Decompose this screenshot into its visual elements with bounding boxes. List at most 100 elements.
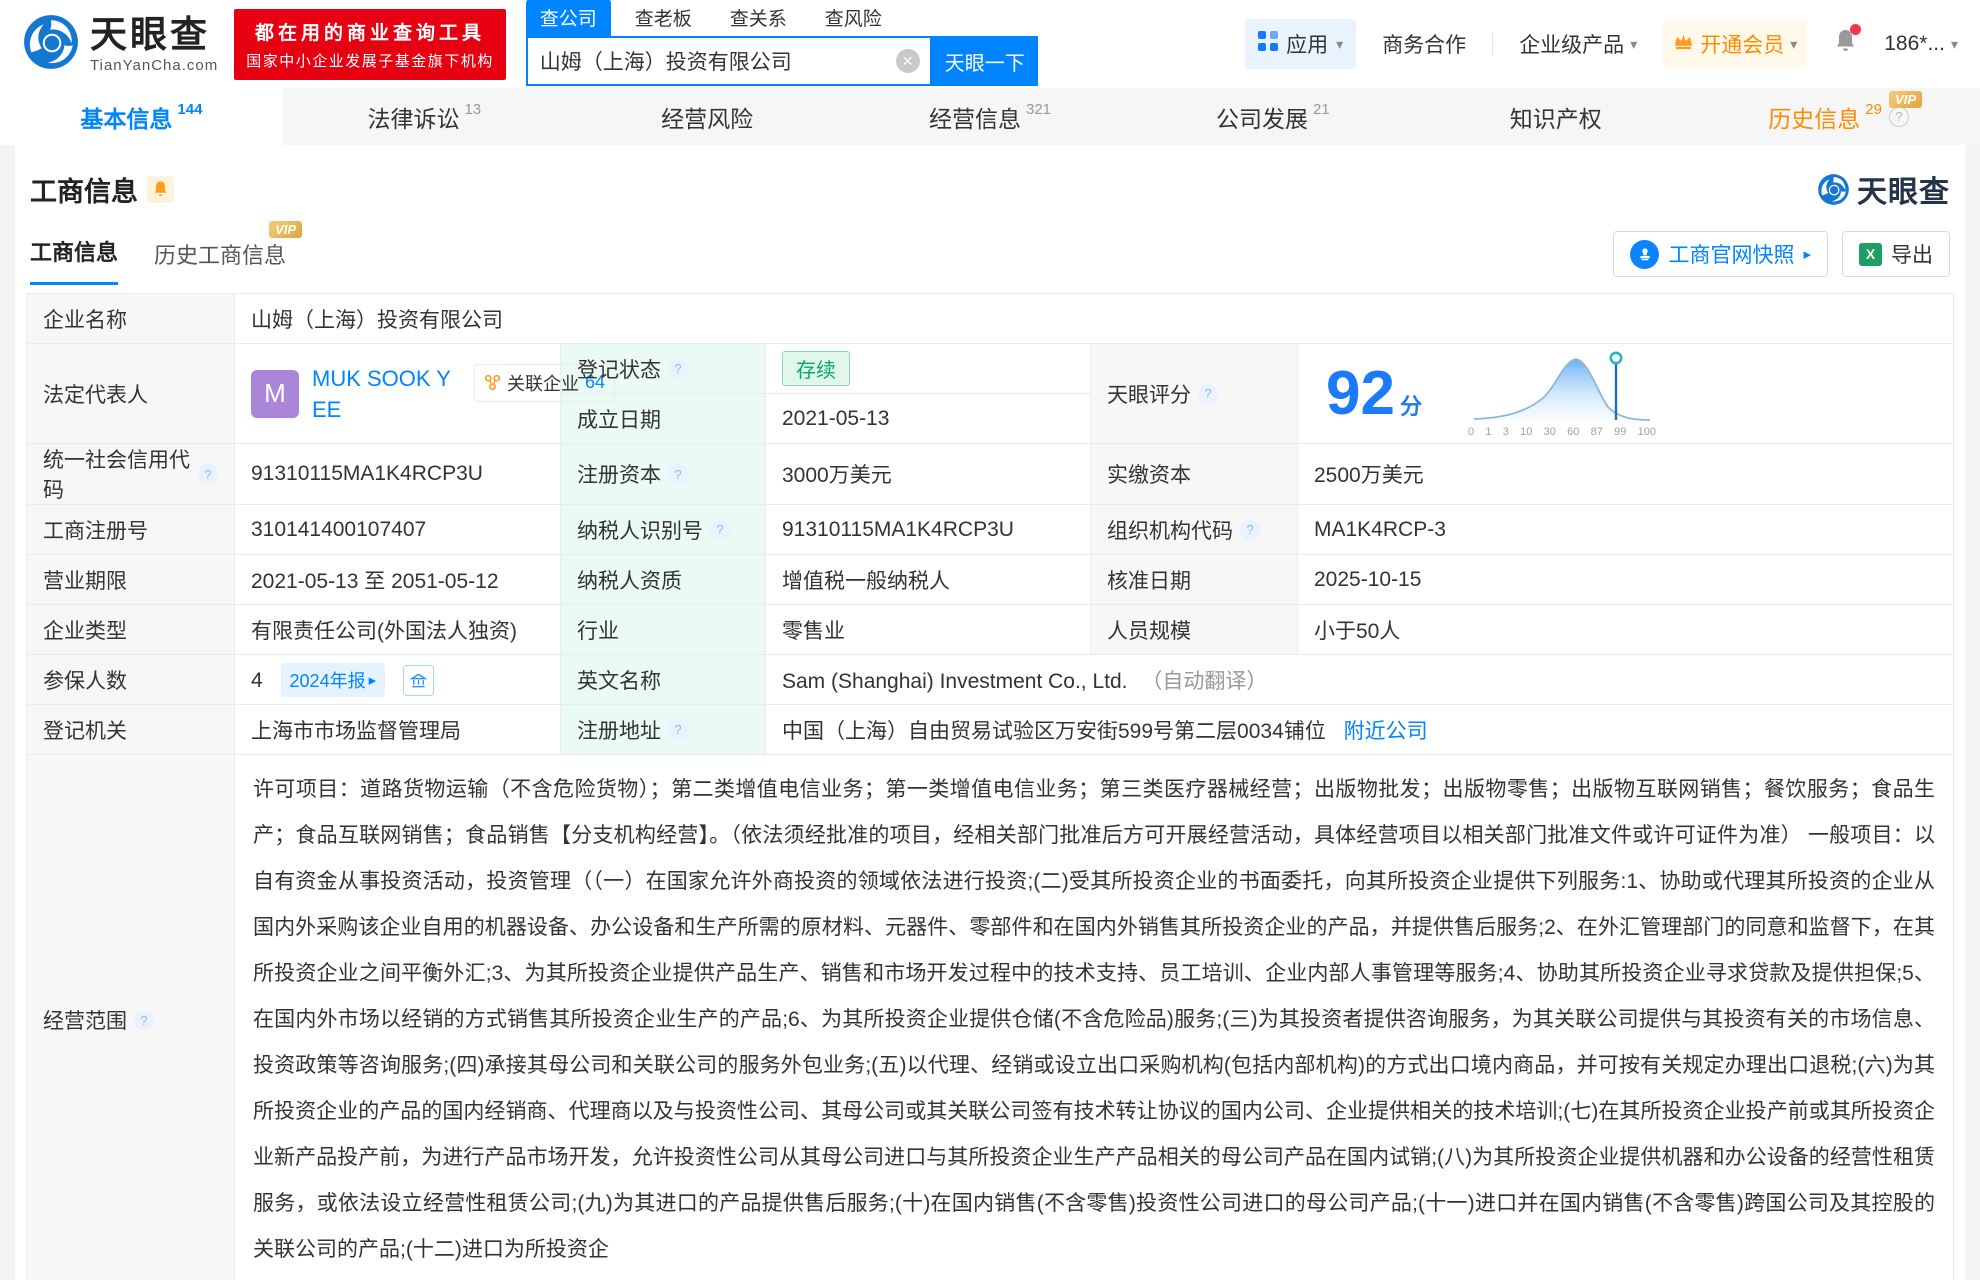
header-nav: 应用 ▾ 商务合作 企业级产品 ▾ 开通会员 ▾ — [1245, 19, 1958, 69]
chevron-down-icon: ▾ — [1790, 36, 1797, 53]
subtab-business-info[interactable]: 工商信息 — [30, 235, 118, 285]
table-row: 营业期限 2021-05-13 至 2051-05-12 纳税人资质 增值税一般… — [27, 555, 1954, 605]
apps-menu[interactable]: 应用 ▾ — [1245, 19, 1356, 69]
address-text: 中国（上海）自由贸易试验区万安街599号第二层0034铺位 — [782, 720, 1326, 743]
credit-code-value: 91310115MA1K4RCP3U — [235, 444, 561, 505]
search-tab-relation[interactable]: 查关系 — [716, 0, 801, 36]
business-scope-text: 许可项目：道路货物运输（不含危险货物）；第二类增值电信业务；第一类增值电信业务；… — [251, 755, 1937, 1280]
legal-rep-cell: M MUK SOOK YEE 关联企业 64 — [235, 344, 561, 444]
nearby-companies-link[interactable]: 附近公司 — [1344, 720, 1428, 743]
nav-enterprise[interactable]: 企业级产品 ▾ — [1519, 29, 1637, 59]
nav-cooperation[interactable]: 商务合作 — [1382, 29, 1466, 59]
help-icon[interactable]: ? — [1240, 520, 1260, 540]
table-row: 参保人数 4 2024年报 ▸ 英文名称 — [27, 655, 1954, 705]
english-name-text: Sam (Shanghai) Investment Co., Ltd. — [782, 670, 1128, 693]
reg-address-value: 中国（上海）自由贸易试验区万安街599号第二层0034铺位 附近公司 — [766, 705, 1954, 755]
main-tabbar: 基本信息 144 法律诉讼 13 经营风险 经营信息 321 公司发展 21 知… — [0, 88, 1980, 145]
logo-domain-text: TianYanCha.com — [90, 57, 218, 74]
tab-legal[interactable]: 法律诉讼 13 — [283, 88, 566, 145]
staff-size-label: 人员规模 — [1091, 605, 1298, 655]
export-button[interactable]: X 导出 — [1842, 231, 1950, 277]
alert-bell-icon[interactable] — [147, 176, 174, 203]
page-title: 工商信息 — [30, 170, 174, 209]
taxpayer-quality-value: 增值税一般纳税人 — [766, 555, 1091, 605]
tianyan-score-cell: 92 分 — [1298, 344, 1954, 444]
tab-intellectual-property[interactable]: 知识产权 — [1414, 88, 1697, 145]
watermark-text: 天眼查 — [1857, 167, 1950, 211]
english-name-value: Sam (Shanghai) Investment Co., Ltd. （自动翻… — [766, 655, 1954, 705]
help-icon[interactable]: ? — [1198, 384, 1218, 404]
promo-line2: 国家中小企业发展子基金旗下机构 — [246, 50, 494, 71]
chevron-down-icon: ▾ — [1630, 36, 1637, 53]
business-term-label: 营业期限 — [27, 555, 235, 605]
top-header: 天眼查 TianYanCha.com 都在用的商业查询工具 国家中小企业发展子基… — [0, 0, 1980, 88]
tab-count: 13 — [464, 101, 481, 118]
org-code-label: 组织机构代码? — [1091, 505, 1298, 555]
reg-address-label: 注册地址? — [561, 705, 766, 755]
search-tab-boss[interactable]: 查老板 — [621, 0, 706, 36]
tab-operating-risk[interactable]: 经营风险 — [566, 88, 849, 145]
subtab-label: 历史工商信息 — [154, 243, 286, 268]
tab-company-development[interactable]: 公司发展 21 — [1131, 88, 1414, 145]
help-icon[interactable]: ? — [668, 464, 688, 484]
search-input[interactable] — [528, 49, 896, 73]
subtab-actions: 工商官网快照 ▸ X 导出 — [1613, 231, 1950, 285]
business-term-value: 2021-05-13 至 2051-05-12 — [235, 555, 561, 605]
business-scope-value: 许可项目：道路货物运输（不含危险货物）；第二类增值电信业务；第一类增值电信业务；… — [235, 755, 1954, 1280]
help-icon[interactable]: ? — [710, 520, 730, 540]
tab-basic-info[interactable]: 基本信息 144 — [0, 88, 283, 145]
subtab-history-business-info[interactable]: VIP 历史工商信息 — [154, 238, 286, 285]
insured-trend-icon[interactable] — [403, 665, 434, 696]
company-name-value: 山姆（上海）投资有限公司 — [235, 294, 1954, 344]
clear-icon[interactable]: ✕ — [896, 49, 920, 73]
table-row: 法定代表人 M MUK SOOK YEE — [27, 344, 1954, 394]
search-tab-company[interactable]: 查公司 — [526, 0, 611, 36]
arrow-right-icon: ▸ — [1803, 245, 1811, 263]
score-unit: 分 — [1400, 389, 1422, 421]
user-menu[interactable]: 186*... ▾ — [1884, 32, 1958, 56]
search-tabs: 查公司 查老板 查关系 查风险 — [526, 2, 1038, 36]
legal-rep-name-link[interactable]: MUK SOOK YEE — [312, 363, 464, 425]
tab-business-info[interactable]: 经营信息 321 — [849, 88, 1132, 145]
tab-history-info[interactable]: VIP 历史信息 29 ? — [1697, 88, 1980, 145]
subtab-row: 工商信息 VIP 历史工商信息 工商官网快照 ▸ X 导出 — [26, 211, 1954, 285]
search-button[interactable]: 天眼一下 — [932, 36, 1038, 86]
avatar[interactable]: M — [251, 370, 299, 418]
business-scope-label: 经营范围? — [27, 755, 235, 1280]
search-tab-risk[interactable]: 查风险 — [811, 0, 896, 36]
business-info-table: 企业名称 山姆（上海）投资有限公司 法定代表人 M MUK SOOK YEE — [26, 293, 1954, 1280]
stamp-icon — [1630, 240, 1659, 269]
tab-count: 21 — [1313, 101, 1330, 118]
company-name-label: 企业名称 — [27, 294, 235, 344]
credit-code-label: 统一社会信用代码? — [27, 444, 235, 505]
help-icon[interactable]: ? — [134, 1010, 154, 1030]
english-name-label: 英文名称 — [561, 655, 766, 705]
relation-icon — [484, 374, 501, 391]
tianyancha-logo[interactable]: 天眼查 TianYanCha.com — [22, 13, 218, 76]
promo-banner: 都在用的商业查询工具 国家中小企业发展子基金旗下机构 — [234, 9, 506, 80]
annual-report-badge[interactable]: 2024年报 ▸ — [281, 663, 386, 697]
tianyancha-logo-icon — [1817, 173, 1850, 206]
taxpayer-id-label: 纳税人识别号? — [561, 505, 766, 555]
tab-count: 144 — [177, 101, 202, 118]
section-head: 工商信息 天眼查 — [26, 145, 1954, 211]
table-row: 登记机关 上海市市场监督管理局 注册地址? 中国（上海）自由贸易试验区万安街59… — [27, 705, 1954, 755]
nav-open-vip[interactable]: 开通会员 ▾ — [1663, 20, 1807, 68]
promo-line1: 都在用的商业查询工具 — [246, 18, 494, 45]
tab-label: 经营信息 — [929, 100, 1021, 134]
tab-label: 经营风险 — [661, 100, 753, 134]
reg-number-value: 310141400107407 — [235, 505, 561, 555]
official-snapshot-button[interactable]: 工商官网快照 ▸ — [1613, 231, 1828, 277]
chevron-down-icon: ▾ — [1336, 36, 1343, 53]
help-icon[interactable]: ? — [198, 464, 218, 484]
help-icon[interactable]: ? — [668, 720, 688, 740]
table-row: 企业类型 有限责任公司(外国法人独资) 行业 零售业 人员规模 小于50人 — [27, 605, 1954, 655]
user-phone: 186*... — [1884, 32, 1945, 56]
table-row: 统一社会信用代码? 91310115MA1K4RCP3U 注册资本? 3000万… — [27, 444, 1954, 505]
help-icon[interactable]: ? — [668, 359, 688, 379]
tianyan-score-label: 天眼评分? — [1091, 344, 1298, 444]
legal-rep-label: 法定代表人 — [27, 344, 235, 444]
notification-bell[interactable] — [1833, 28, 1858, 60]
help-icon[interactable]: ? — [1889, 107, 1909, 127]
taxpayer-id-value: 91310115MA1K4RCP3U — [766, 505, 1091, 555]
